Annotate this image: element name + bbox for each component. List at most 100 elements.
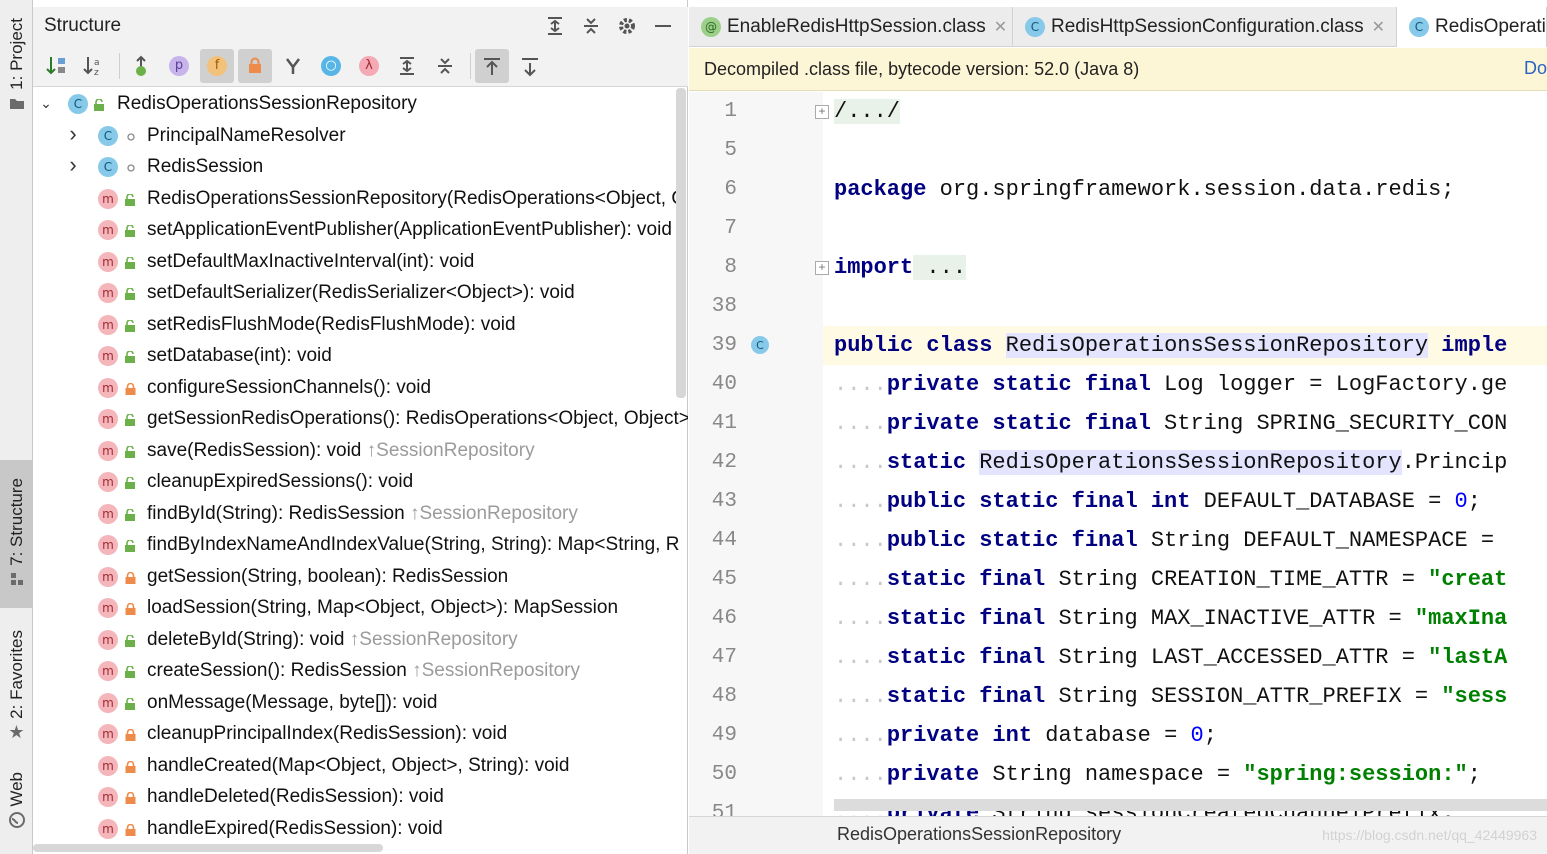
public-icon (125, 508, 135, 521)
code-token: DEFAULT_DATABASE = (1190, 489, 1455, 514)
autoscroll-to-source-icon[interactable] (475, 48, 509, 83)
tree-row-method[interactable]: m getSessionRedisOperations(): RedisOpera… (33, 404, 688, 435)
tree-row-method[interactable]: m configureSessionChannels(): void (33, 373, 688, 404)
show-anonymous-classes-icon[interactable] (276, 49, 310, 83)
implementation-marker-icon[interactable]: C (751, 336, 769, 354)
structure-tree: ⌄ C RedisOperationsSessionRepository › C Prin… (33, 88, 688, 844)
tree-row-method[interactable]: m cleanupPrincipalIndex(RedisSession): vo… (33, 719, 688, 750)
tree-row-method[interactable]: m handleExpired(RedisSession): void (33, 814, 688, 845)
line-number: 8 (724, 256, 737, 279)
tree-row-method[interactable]: m setDatabase(int): void (33, 341, 688, 372)
code-line[interactable]: .... static final String LAST_ACCESSED_AT… (834, 638, 1507, 677)
tree-row-method[interactable]: m findById(String): RedisSession ↑Session… (33, 499, 688, 530)
editor-area: @ EnableRedisHttpSession.class ✕ C Redis… (689, 0, 1547, 854)
collapsed-arrow-icon[interactable]: › (66, 121, 80, 146)
method-signature: createSession(): RedisSession (147, 660, 413, 681)
method-signature: getSession(String, boolean): RedisSessio… (147, 565, 509, 587)
method-icon: m (98, 377, 118, 398)
code-line[interactable]: .... static RedisOperationsSessionReposit… (834, 443, 1507, 482)
code-line[interactable]: .... static final String SESSION_ATTR_PRE… (834, 677, 1507, 716)
tree-row-method[interactable]: m setDefaultSerializer(RedisSerializer<Ob… (33, 278, 688, 309)
sort-alphabetically-icon[interactable]: az (77, 49, 111, 83)
collapse-tree-icon[interactable] (428, 49, 462, 83)
expand-arrow-icon[interactable]: ⌄ (39, 95, 53, 111)
tab-redis-operations-session-repository[interactable]: C RedisOperati (1397, 7, 1547, 47)
editor-tab-bar: @ EnableRedisHttpSession.class ✕ C Redis… (689, 7, 1547, 47)
code-line[interactable]: .... static final String MAX_INACTIVE_ATT… (834, 599, 1507, 638)
tree-row-inner-class[interactable]: › C RedisSession (33, 152, 688, 183)
tree-row-method[interactable]: m handleCreated(Map<Object, Object>, Stri… (33, 751, 688, 782)
code-line[interactable]: package org.springframework.session.data… (834, 170, 1455, 209)
autoscroll-from-source-icon[interactable] (513, 49, 547, 83)
favorites-tool-tab[interactable]: 2: Favorites ★ (0, 630, 33, 745)
project-tool-tab[interactable]: 1: Project (0, 18, 33, 128)
code-line[interactable]: public class RedisOperationsSessionRepos… (834, 326, 1507, 365)
line-number: 1 (724, 100, 737, 123)
tree-row-method[interactable]: m createSession(): RedisSession ↑SessionR… (33, 656, 688, 687)
breadcrumb[interactable]: RedisOperationsSessionRepository (837, 824, 1121, 845)
private-icon (125, 823, 136, 836)
collapse-all-icon[interactable] (576, 11, 606, 41)
method-icon: m (98, 755, 118, 776)
method-icon: m (98, 251, 118, 272)
structure-tool-tab[interactable]: 7: Structure (0, 460, 33, 608)
code-line[interactable]: .... private int database = 0; (834, 716, 1217, 755)
keyword: private static final (886, 411, 1151, 436)
structure-horizontal-scrollbar[interactable] (33, 844, 383, 852)
tree-row-method[interactable]: m handleDeleted(RedisSession): void (33, 782, 688, 813)
tree-row-method[interactable]: m deleteById(String): void ↑SessionReposi… (33, 625, 688, 656)
show-inherited-icon[interactable] (124, 49, 158, 83)
tree-row-method[interactable]: m save(RedisSession): void ↑SessionReposi… (33, 436, 688, 467)
close-icon[interactable]: ✕ (994, 17, 1007, 37)
tree-row-root-class[interactable]: ⌄ C RedisOperationsSessionRepository (33, 89, 688, 120)
tree-item-label: cleanupExpiredSessions(): void (147, 471, 413, 493)
line-number: 44 (711, 529, 737, 552)
expand-tree-icon[interactable] (390, 49, 424, 83)
code-line[interactable]: .... private static final String SPRING_S… (834, 404, 1507, 443)
code-line[interactable]: import ... (834, 248, 967, 287)
code-line[interactable]: .... private static final Log logger = Lo… (834, 365, 1507, 404)
code-area[interactable]: /.../ package org.springframework.session… (823, 92, 1547, 816)
show-fields-icon[interactable]: f (200, 48, 234, 83)
tree-row-method[interactable]: m setApplicationEventPublisher(Applicatio… (33, 215, 688, 246)
tree-row-inner-class[interactable]: › C PrincipalNameResolver (33, 121, 688, 152)
expand-all-icon[interactable] (540, 11, 570, 41)
show-properties-icon[interactable]: p (162, 49, 196, 83)
code-line[interactable]: .... static final String CREATION_TIME_AT… (834, 560, 1507, 599)
show-non-public-icon[interactable] (238, 48, 272, 83)
minimize-icon[interactable] (648, 11, 678, 41)
line-number-gutter: 1 5 6 7 8 38 39 40 41 42 43 44 45 46 47 48 49 50 51 + + C (689, 92, 829, 825)
indent-guide: .... (834, 372, 887, 397)
sort-by-visibility-icon[interactable] (39, 49, 73, 83)
editor-horizontal-scrollbar[interactable] (834, 799, 1547, 811)
keyword: static (886, 450, 967, 475)
tree-row-method[interactable]: m setDefaultMaxInactiveInterval(int): voi… (33, 247, 688, 278)
collapsed-arrow-icon[interactable]: › (66, 152, 80, 177)
line-number: 47 (711, 646, 737, 669)
tree-row-method[interactable]: m cleanupExpiredSessions(): void (33, 467, 688, 498)
code-line[interactable]: .... public static final String DEFAULT_N… (834, 521, 1507, 560)
line-number: 5 (724, 139, 737, 162)
code-line[interactable]: /.../ (834, 92, 901, 131)
structure-vertical-scrollbar[interactable] (676, 88, 686, 398)
code-line[interactable]: .... public static final int DEFAULT_DATA… (834, 482, 1481, 521)
code-line[interactable]: .... private String namespace = "spring:s… (834, 755, 1481, 794)
tree-row-method[interactable]: m onMessage(Message, byte[]): void (33, 688, 688, 719)
show-interfaces-icon[interactable]: ○ (314, 49, 348, 83)
close-icon[interactable]: ✕ (1372, 17, 1385, 37)
tab-enable-redis-http-session[interactable]: @ EnableRedisHttpSession.class ✕ (689, 7, 1013, 47)
web-tool-tab[interactable]: Web (0, 772, 33, 842)
tab-redis-http-session-configuration[interactable]: C RedisHttpSessionConfiguration.class ✕ (1013, 7, 1397, 47)
tree-item-label: configureSessionChannels(): void (147, 377, 431, 399)
tree-row-method[interactable]: m getSession(String, boolean): RedisSessi… (33, 562, 688, 593)
show-lambdas-icon[interactable]: λ (352, 49, 386, 83)
code-token: org.springframework.session.data.redis; (926, 177, 1455, 202)
tree-row-method[interactable]: m loadSession(String, Map<Object, Object>… (33, 593, 688, 624)
gear-icon[interactable] (612, 11, 642, 41)
tree-row-method[interactable]: m RedisOperationsSessionRepository(RedisO… (33, 184, 688, 215)
method-signature: findByIndexNameAndIndexValue(String, Str… (147, 534, 680, 555)
banner-link[interactable]: Do (1524, 58, 1547, 79)
keyword: import (834, 255, 914, 280)
tree-row-method[interactable]: m setRedisFlushMode(RedisFlushMode): void (33, 310, 688, 341)
tree-row-method[interactable]: m findByIndexNameAndIndexValue(String, St… (33, 530, 688, 561)
